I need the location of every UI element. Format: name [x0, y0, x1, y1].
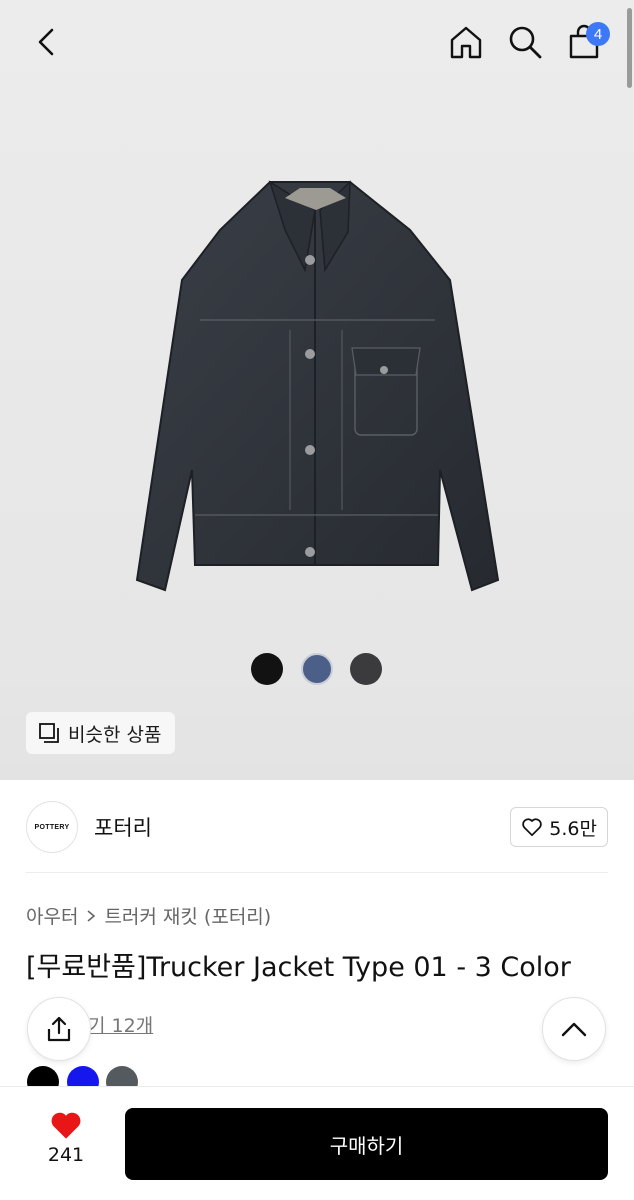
back-button[interactable]	[24, 20, 68, 64]
chevron-up-icon	[561, 1022, 587, 1037]
color-swatch-blue[interactable]	[301, 653, 333, 685]
product-image-gallery[interactable]: 4 비슷한 상품	[0, 0, 634, 780]
breadcrumb-item-category[interactable]: 트러커 재킷 (포터리)	[104, 902, 271, 929]
chevron-right-icon	[87, 909, 96, 922]
brand-name[interactable]: 포터리	[94, 812, 152, 842]
home-icon	[450, 26, 482, 59]
home-button[interactable]	[444, 20, 488, 64]
heart-outline-icon	[522, 818, 543, 837]
brand-logo[interactable]: POTTERY	[26, 801, 78, 853]
cart-button[interactable]: 4	[562, 20, 610, 64]
breadcrumb-item-outer[interactable]: 아우터	[26, 902, 78, 929]
review-link[interactable]: 기 12개	[88, 1011, 153, 1038]
wishlist-count: 241	[47, 1144, 85, 1166]
brand-like-button[interactable]: 5.6만	[510, 807, 608, 847]
heart-filled-icon	[51, 1112, 81, 1139]
color-swatch-charcoal[interactable]	[350, 653, 382, 685]
wishlist-button[interactable]: 241	[30, 1110, 102, 1180]
share-button[interactable]	[27, 997, 91, 1061]
search-button[interactable]	[503, 20, 547, 64]
scroll-top-button[interactable]	[542, 997, 606, 1061]
divider	[26, 872, 608, 873]
chevron-left-icon	[38, 28, 54, 56]
color-swatch-black[interactable]	[251, 653, 283, 685]
denim-jacket-image	[135, 180, 500, 592]
product-title: [무료반품]Trucker Jacket Type 01 - 3 Color	[26, 952, 571, 983]
brand-like-count: 5.6만	[549, 817, 597, 840]
copy-icon	[39, 723, 59, 743]
buy-button[interactable]: 구매하기	[125, 1108, 608, 1180]
breadcrumb: 아우터 트러커 재킷 (포터리)	[26, 902, 271, 929]
brand-row: POTTERY 포터리 5.6만	[26, 800, 608, 854]
similar-products-label: 비슷한 상품	[68, 723, 162, 746]
share-icon	[47, 1016, 71, 1042]
similar-products-button[interactable]: 비슷한 상품	[26, 712, 176, 754]
scrollbar[interactable]	[627, 8, 632, 88]
cart-count-badge: 4	[586, 22, 610, 46]
search-icon	[509, 26, 542, 59]
